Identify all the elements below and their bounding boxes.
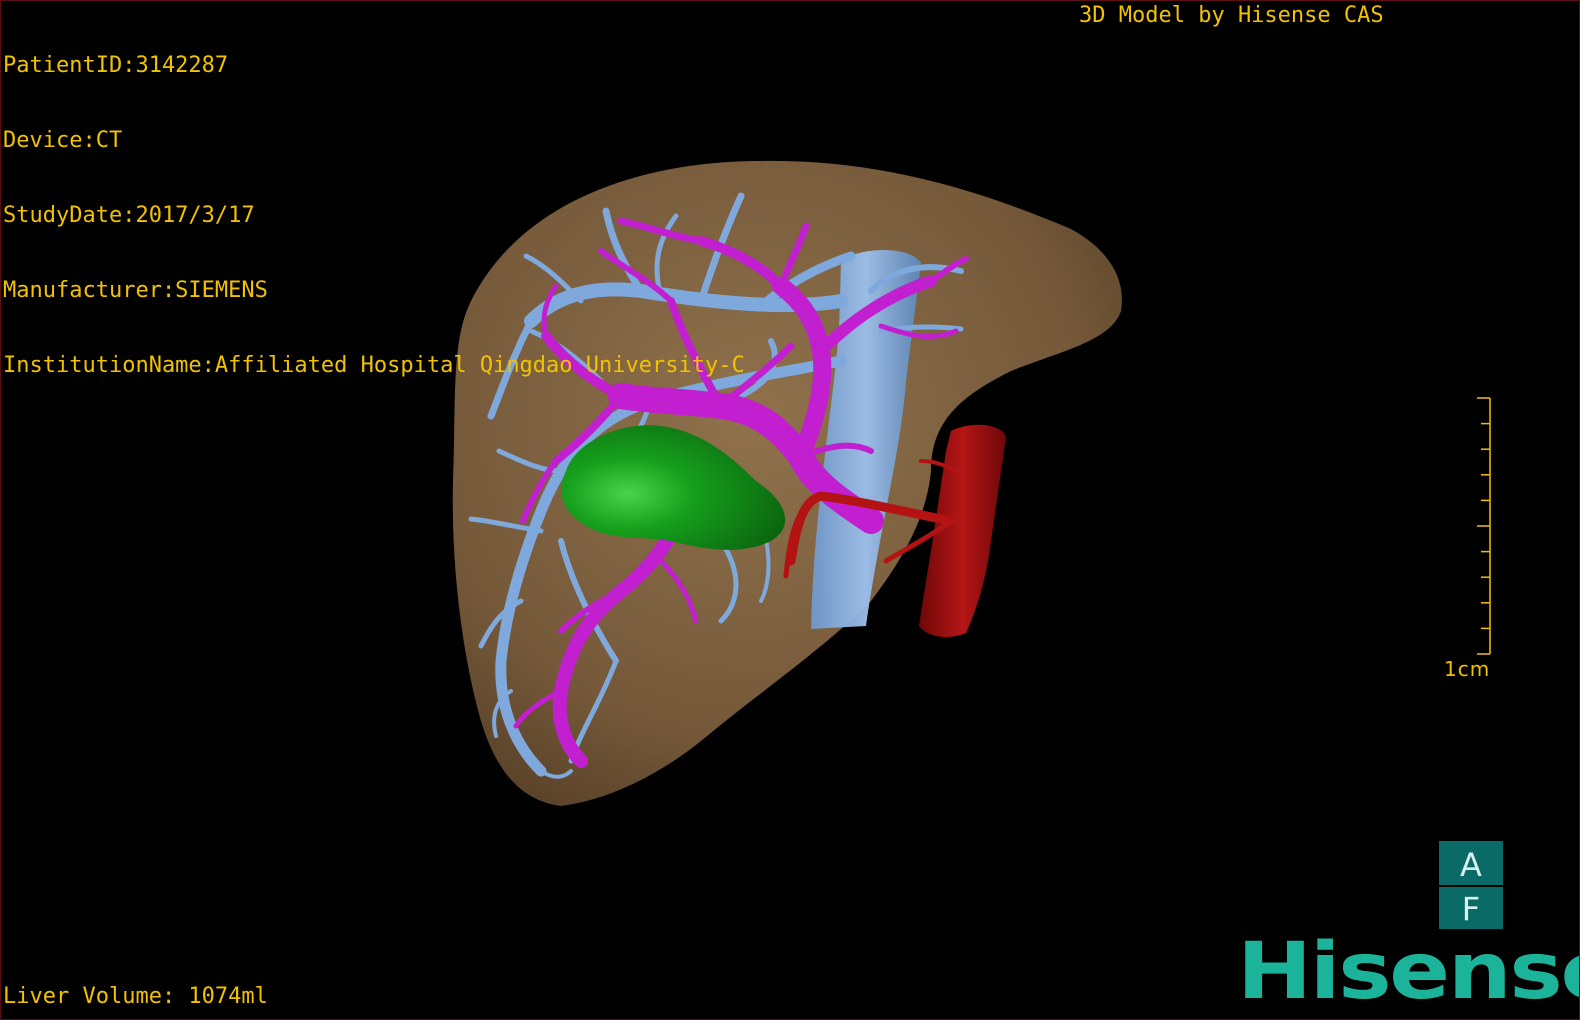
orientation-divider bbox=[1439, 885, 1503, 887]
manufacturer: Manufacturer:SIEMENS bbox=[3, 278, 268, 303]
scale-bar bbox=[1477, 397, 1491, 655]
model-credit: 3D Model by Hisense CAS bbox=[1079, 3, 1384, 28]
hisense-logo: Hisense bbox=[1237, 927, 1579, 1017]
patient-info-panel: PatientID:3142287 Device:CT StudyDate:20… bbox=[3, 3, 745, 428]
render-viewport[interactable]: PatientID:3142287 Device:CT StudyDate:20… bbox=[0, 0, 1580, 1020]
device: Device:CT bbox=[3, 128, 123, 153]
institution-name: InstitutionName:Affiliated Hospital Qing… bbox=[3, 353, 745, 378]
patient-id: PatientID:3142287 bbox=[3, 53, 229, 78]
liver-volume: Liver Volume: 1074ml bbox=[3, 984, 268, 1009]
study-date: StudyDate:2017/3/17 bbox=[3, 203, 255, 228]
orientation-top-label: A bbox=[1460, 846, 1482, 884]
scale-label: 1cm bbox=[1444, 657, 1491, 681]
orientation-indicator[interactable]: A F bbox=[1439, 841, 1503, 929]
orientation-bottom-label: F bbox=[1461, 890, 1481, 928]
